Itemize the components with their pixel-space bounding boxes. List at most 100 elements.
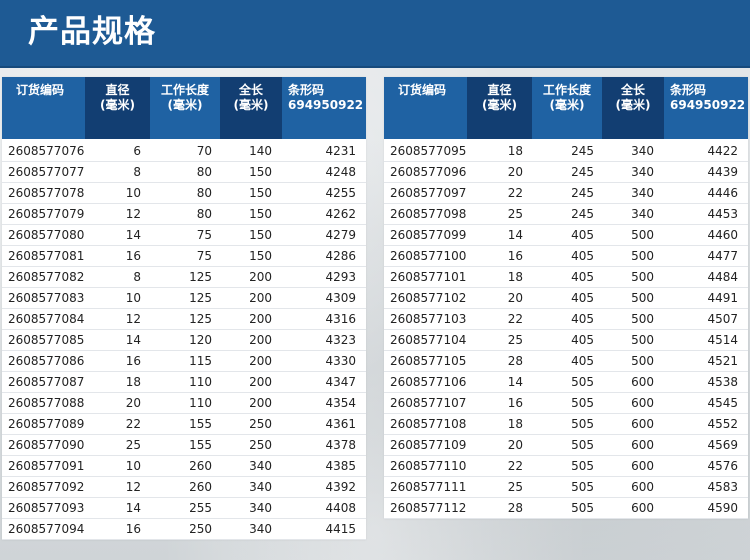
spec-table-left: 订货编码 直径 (毫米) 工作长度 (毫米) 全长 (毫米) 条形码 694950922… [2, 77, 366, 540]
order-code-cell: 2608577082 [2, 266, 85, 288]
order-code-cell: 2608577112 [384, 497, 467, 519]
total-length-cell: 600 [602, 476, 664, 498]
order-code-cell: 2608577087 [2, 371, 85, 393]
total-length-cell: 150 [220, 245, 282, 267]
work-length-cell: 405 [532, 329, 602, 351]
table-row: 2608577109 20 505 600 4569 [384, 434, 748, 456]
diameter-cell: 8 [85, 266, 150, 288]
page-header: 产品规格 [0, 0, 750, 68]
work-length-cell: 70 [150, 139, 220, 162]
work-length-cell: 505 [532, 434, 602, 456]
order-code-cell: 2608577079 [2, 203, 85, 225]
diameter-cell: 28 [467, 350, 532, 372]
diameter-cell: 25 [467, 476, 532, 498]
order-code-cell: 2608577107 [384, 392, 467, 414]
barcode-cell: 4569 [664, 434, 748, 456]
barcode-cell: 4439 [664, 161, 748, 183]
total-length-cell: 600 [602, 392, 664, 414]
barcode-cell: 4330 [282, 350, 366, 372]
diameter-cell: 18 [467, 413, 532, 435]
total-length-cell: 600 [602, 413, 664, 435]
diameter-cell: 16 [85, 245, 150, 267]
work-length-cell: 505 [532, 392, 602, 414]
total-length-cell: 600 [602, 497, 664, 519]
table-row: 2608577090 25 155 250 4378 [2, 434, 366, 456]
diameter-cell: 12 [85, 308, 150, 330]
barcode-cell: 4286 [282, 245, 366, 267]
work-length-cell: 155 [150, 434, 220, 456]
diameter-cell: 18 [467, 139, 532, 162]
work-length-cell: 505 [532, 371, 602, 393]
barcode-cell: 4361 [282, 413, 366, 435]
barcode-cell: 4248 [282, 161, 366, 183]
total-length-cell: 150 [220, 182, 282, 204]
work-length-cell: 250 [150, 518, 220, 540]
work-length-cell: 80 [150, 161, 220, 183]
total-length-cell: 500 [602, 329, 664, 351]
order-code-cell: 2608577088 [2, 392, 85, 414]
order-code-cell: 2608577093 [2, 497, 85, 519]
total-length-cell: 150 [220, 224, 282, 246]
table-row: 2608577080 14 75 150 4279 [2, 224, 366, 246]
work-length-cell: 110 [150, 392, 220, 414]
work-length-cell: 260 [150, 455, 220, 477]
total-length-cell: 200 [220, 266, 282, 288]
barcode-cell: 4231 [282, 139, 366, 162]
col-header-order-code: 订货编码 [384, 77, 467, 139]
diameter-cell: 20 [467, 434, 532, 456]
barcode-cell: 4521 [664, 350, 748, 372]
work-length-cell: 505 [532, 497, 602, 519]
diameter-cell: 22 [467, 182, 532, 204]
diameter-cell: 8 [85, 161, 150, 183]
diameter-cell: 6 [85, 139, 150, 162]
table-row: 2608577103 22 405 500 4507 [384, 308, 748, 330]
diameter-cell: 10 [85, 287, 150, 309]
order-code-cell: 2608577094 [2, 518, 85, 540]
work-length-cell: 75 [150, 245, 220, 267]
table-row: 2608577102 20 405 500 4491 [384, 287, 748, 309]
diameter-cell: 14 [467, 224, 532, 246]
work-length-cell: 405 [532, 287, 602, 309]
total-length-cell: 200 [220, 287, 282, 309]
diameter-cell: 22 [467, 308, 532, 330]
table-row: 2608577100 16 405 500 4477 [384, 245, 748, 267]
order-code-cell: 2608577090 [2, 434, 85, 456]
order-code-cell: 2608577086 [2, 350, 85, 372]
total-length-cell: 500 [602, 287, 664, 309]
work-length-cell: 405 [532, 266, 602, 288]
table-row: 2608577111 25 505 600 4583 [384, 476, 748, 498]
total-length-cell: 150 [220, 161, 282, 183]
barcode-cell: 4507 [664, 308, 748, 330]
total-length-cell: 200 [220, 392, 282, 414]
total-length-cell: 340 [220, 497, 282, 519]
order-code-cell: 2608577102 [384, 287, 467, 309]
col-header-work-length: 工作长度 (毫米) [150, 77, 220, 139]
diameter-cell: 20 [467, 161, 532, 183]
order-code-cell: 2608577083 [2, 287, 85, 309]
diameter-cell: 28 [467, 497, 532, 519]
diameter-cell: 25 [85, 434, 150, 456]
col-header-total-length: 全长 (毫米) [220, 77, 282, 139]
work-length-cell: 260 [150, 476, 220, 498]
barcode-cell: 4583 [664, 476, 748, 498]
diameter-cell: 14 [85, 497, 150, 519]
barcode-cell: 4392 [282, 476, 366, 498]
barcode-cell: 4378 [282, 434, 366, 456]
work-length-cell: 110 [150, 371, 220, 393]
order-code-cell: 2608577103 [384, 308, 467, 330]
barcode-cell: 4484 [664, 266, 748, 288]
total-length-cell: 340 [602, 161, 664, 183]
work-length-cell: 245 [532, 161, 602, 183]
table-row: 2608577097 22 245 340 4446 [384, 182, 748, 204]
col-header-total-length: 全长 (毫米) [602, 77, 664, 139]
table-row: 2608577096 20 245 340 4439 [384, 161, 748, 183]
diameter-cell: 14 [467, 371, 532, 393]
total-length-cell: 250 [220, 434, 282, 456]
table-row: 2608577099 14 405 500 4460 [384, 224, 748, 246]
total-length-cell: 250 [220, 413, 282, 435]
diameter-cell: 12 [85, 203, 150, 225]
diameter-cell: 16 [467, 392, 532, 414]
work-length-cell: 505 [532, 476, 602, 498]
work-length-cell: 405 [532, 350, 602, 372]
table-row: 2608577104 25 405 500 4514 [384, 329, 748, 351]
